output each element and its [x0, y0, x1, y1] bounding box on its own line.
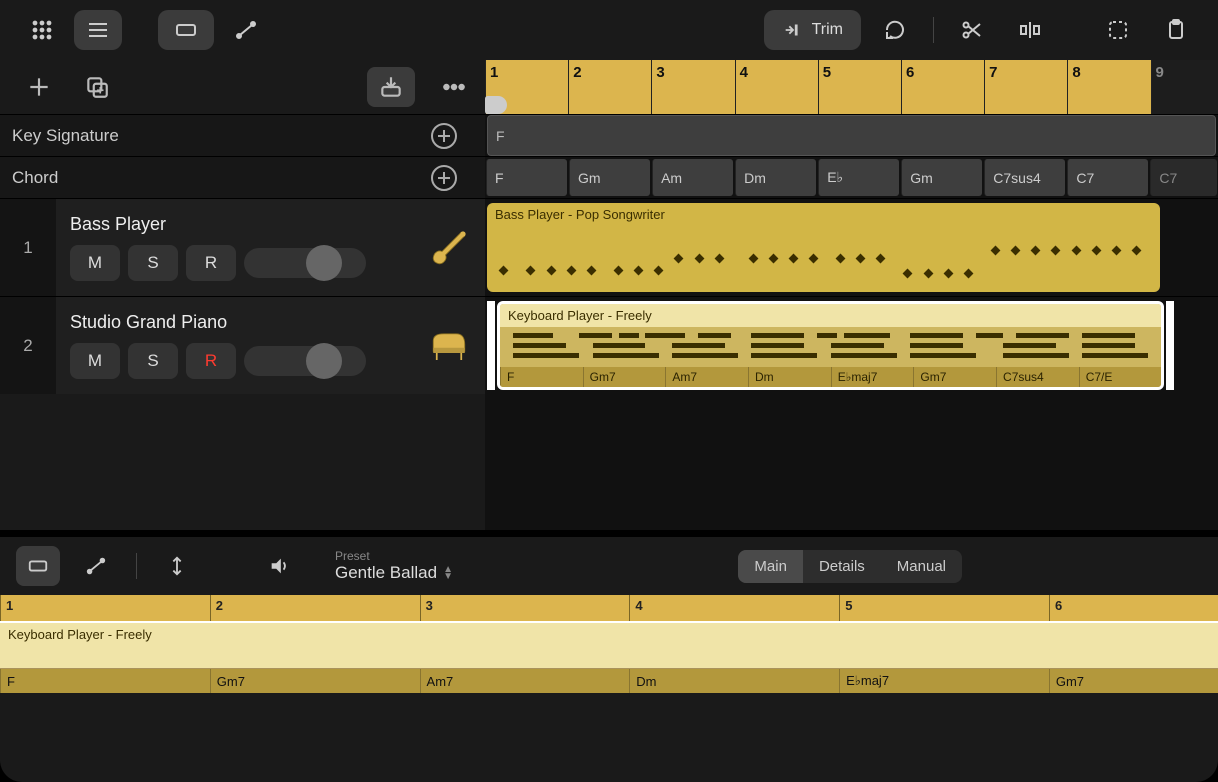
key-signature-region[interactable]: F — [487, 115, 1216, 156]
key-signature-value: F — [496, 128, 505, 144]
track-name: Bass Player — [70, 214, 413, 235]
region-chord-strip: F Gm7 Am7 Dm E♭maj7 Gm7 C7sus4 C7/E — [500, 367, 1161, 387]
add-key-signature-button[interactable] — [431, 123, 457, 149]
key-signature-label: Key Signature — [12, 126, 119, 146]
chord-cell[interactable]: C7sus4 — [984, 159, 1065, 196]
key-signature-row[interactable]: Key Signature — [0, 114, 485, 156]
midi-preview — [487, 226, 1160, 292]
chevron-updown-icon: ▲▼ — [443, 566, 453, 580]
chord-cell[interactable]: C7 — [1150, 159, 1217, 196]
speaker-icon[interactable] — [257, 546, 301, 586]
chord-label: Chord — [12, 168, 58, 188]
bar-5[interactable]: 5 — [818, 60, 901, 114]
chord-cell[interactable]: Gm — [569, 159, 650, 196]
editor-region-label: Keyboard Player - Freely — [8, 627, 152, 642]
bar-9[interactable]: 9 — [1151, 60, 1218, 114]
editor-region-view-button[interactable] — [16, 546, 60, 586]
region-mode-button[interactable] — [158, 10, 214, 50]
region-label: Keyboard Player - Freely — [500, 304, 1161, 327]
chord-cell[interactable]: C7 — [1067, 159, 1148, 196]
editor-automation-view-button[interactable] — [74, 546, 118, 586]
chord-cell[interactable]: Am — [652, 159, 733, 196]
playhead-icon[interactable] — [485, 96, 507, 114]
solo-button[interactable]: S — [128, 343, 178, 379]
chord-cell[interactable]: E♭ — [818, 159, 899, 196]
preset-label: Preset — [335, 549, 453, 563]
split-button[interactable] — [1006, 10, 1054, 50]
record-enable-button[interactable]: R — [186, 343, 236, 379]
add-chord-button[interactable] — [431, 165, 457, 191]
midi-preview — [500, 327, 1161, 367]
editor-bar-ruler[interactable]: 1 2 3 4 5 6 — [0, 595, 1218, 621]
track-2[interactable]: 2 Studio Grand Piano M S R — [0, 296, 485, 394]
tab-main[interactable]: Main — [738, 550, 803, 583]
grand-piano-icon — [427, 324, 471, 368]
track-name: Studio Grand Piano — [70, 312, 413, 333]
add-track-button[interactable] — [20, 68, 58, 106]
bounce-import-button[interactable] — [367, 67, 415, 107]
bar-7[interactable]: 7 — [984, 60, 1067, 114]
preset-selector[interactable]: Gentle Ballad ▲▼ — [335, 563, 453, 583]
editor-tabs: Main Details Manual — [738, 550, 962, 583]
trim-label: Trim — [812, 21, 843, 39]
more-button[interactable] — [435, 68, 473, 106]
chord-track-lane[interactable]: F Gm Am Dm E♭ Gm C7sus4 C7 C7 — [485, 157, 1218, 198]
solo-button[interactable]: S — [128, 245, 178, 281]
session-player-editor: Preset Gentle Ballad ▲▼ Main Details Man… — [0, 534, 1218, 782]
chord-row[interactable]: Chord — [0, 156, 485, 198]
tab-details[interactable]: Details — [803, 550, 881, 583]
trim-button[interactable]: Trim — [764, 10, 861, 50]
volume-slider[interactable] — [244, 346, 366, 376]
chord-cell[interactable]: Dm — [735, 159, 816, 196]
keyboard-region[interactable]: Keyboard Player - Freely — [497, 301, 1164, 390]
chord-cell[interactable]: Gm — [901, 159, 982, 196]
track-1[interactable]: 1 Bass Player M S R — [0, 198, 485, 296]
bass-region[interactable]: Bass Player - Pop Songwriter — [487, 203, 1160, 292]
editor-zoom-button[interactable] — [155, 546, 199, 586]
editor-chord-strip: F Gm7 Am7 Dm E♭maj7 Gm7 — [0, 669, 1218, 693]
scissors-button[interactable] — [948, 10, 996, 50]
automation-mode-button[interactable] — [222, 10, 270, 50]
region-resize-handle-right[interactable] — [1166, 301, 1174, 390]
mute-button[interactable]: M — [70, 245, 120, 281]
region-label: Bass Player - Pop Songwriter — [487, 203, 1160, 226]
editor-region[interactable]: Keyboard Player - Freely — [0, 621, 1218, 669]
bar-4[interactable]: 4 — [735, 60, 818, 114]
mute-button[interactable]: M — [70, 343, 120, 379]
duplicate-track-button[interactable] — [78, 68, 116, 106]
record-enable-button[interactable]: R — [186, 245, 236, 281]
bar-3[interactable]: 3 — [651, 60, 734, 114]
grid-view-button[interactable] — [18, 10, 66, 50]
clipboard-button[interactable] — [1152, 10, 1200, 50]
chord-cell[interactable]: F — [486, 159, 567, 196]
bass-guitar-icon — [427, 226, 471, 270]
bar-ruler[interactable]: 1 2 3 4 5 6 7 8 9 — [485, 60, 1218, 114]
list-view-button[interactable] — [74, 10, 122, 50]
loop-button[interactable] — [871, 10, 919, 50]
bar-2[interactable]: 2 — [568, 60, 651, 114]
tab-manual[interactable]: Manual — [881, 550, 962, 583]
track-number: 1 — [0, 199, 56, 296]
track-number: 2 — [0, 297, 56, 394]
marquee-button[interactable] — [1094, 10, 1142, 50]
region-resize-handle-left[interactable] — [487, 301, 495, 390]
bar-6[interactable]: 6 — [901, 60, 984, 114]
bar-8[interactable]: 8 — [1067, 60, 1150, 114]
volume-slider[interactable] — [244, 248, 366, 278]
